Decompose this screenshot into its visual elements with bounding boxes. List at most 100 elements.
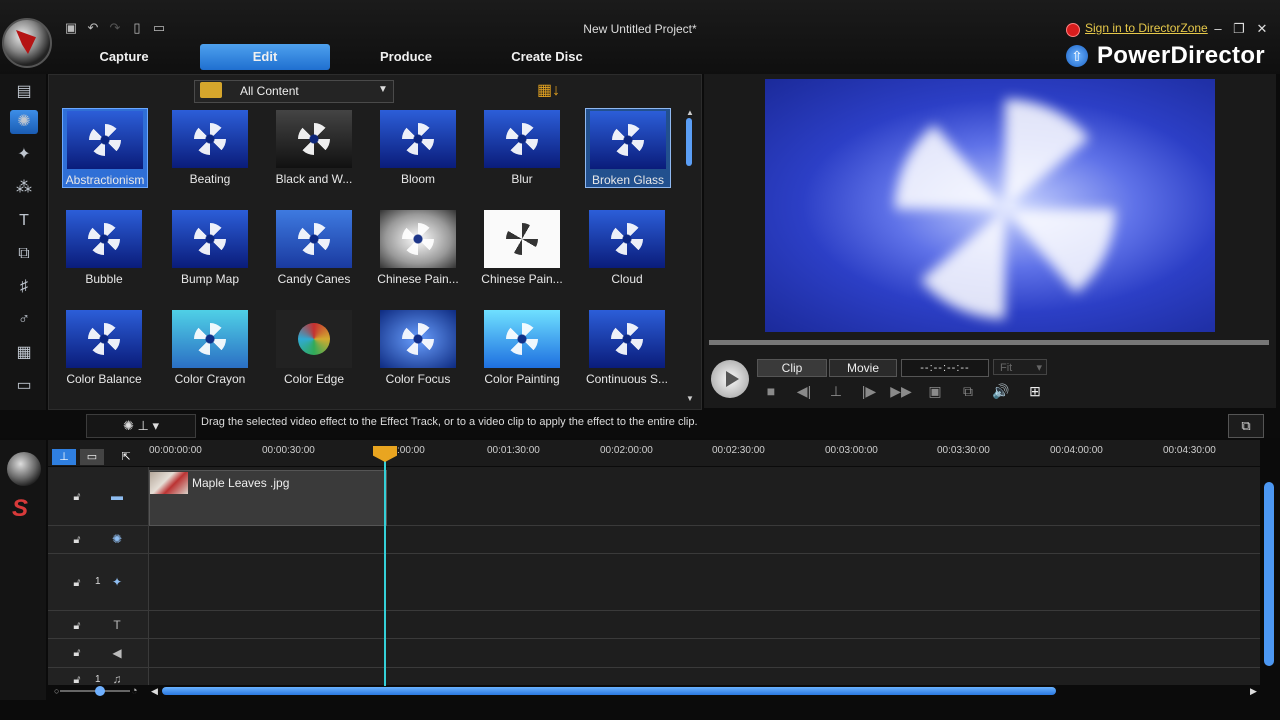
audio-mixing-icon[interactable]: ♯ (10, 275, 38, 299)
title-track[interactable] (48, 611, 1260, 639)
title-room-icon[interactable]: T (10, 209, 38, 233)
timeline-horizontal-scrollbar[interactable] (162, 687, 1056, 695)
effect-tools-button[interactable]: ✺ ⊥ ▾ (86, 414, 196, 438)
redo-icon[interactable]: ↷ (108, 21, 122, 35)
zoom-out-icon[interactable]: ○ (54, 686, 59, 696)
particle-room-icon[interactable]: ⁂ (10, 176, 38, 200)
effect-tile[interactable]: Chinese Pain... (376, 208, 460, 286)
video-track-icon: ▬ (111, 489, 123, 503)
ruler-tick-label: 00:02:00:00 (600, 445, 653, 456)
effect-tile[interactable]: Color Balance (62, 308, 146, 386)
scroll-right-icon[interactable]: ▶ (1250, 686, 1257, 697)
tab-produce[interactable]: Produce (366, 44, 446, 70)
effect-thumbnail (172, 110, 248, 168)
effect-tile[interactable]: Abstractionism (62, 108, 148, 188)
effect-track[interactable] (48, 526, 1260, 554)
timeline-vertical-scrollbar[interactable] (1264, 482, 1274, 666)
lock-icon[interactable]: 🔓︎ (71, 674, 83, 686)
scroll-left-icon[interactable]: ◀ (151, 686, 158, 697)
voice-track[interactable] (48, 639, 1260, 668)
upgrade-icon[interactable]: ⇧ (1066, 45, 1088, 67)
signin-link[interactable]: Sign in to DirectorZone (1085, 21, 1208, 35)
open-folder-icon[interactable]: ▭ (152, 21, 166, 35)
scroll-up-icon[interactable]: ▲ (686, 108, 694, 117)
storyboard-view-icon[interactable]: ⧉ (1228, 414, 1264, 438)
fit-value: Fit (1000, 362, 1013, 374)
close-icon[interactable]: ✕ (1254, 21, 1270, 37)
split-icon[interactable]: ⊥ (825, 381, 847, 401)
preview-tab-clip[interactable]: Clip (757, 359, 827, 377)
play-button[interactable] (711, 360, 749, 398)
effect-label: Cloud (611, 272, 643, 286)
effect-tile[interactable]: Cloud (585, 208, 669, 286)
undock-icon[interactable]: ⧉ (957, 381, 979, 401)
preview-seek-bar[interactable] (709, 340, 1269, 345)
fan-image (88, 223, 120, 255)
fan-image (402, 223, 434, 255)
zoom-slider-knob[interactable] (95, 686, 105, 696)
magic-style-icon[interactable]: S (12, 495, 28, 523)
snapshot-icon[interactable]: ▣ (924, 381, 946, 401)
lock-icon[interactable]: 🔓︎ (71, 647, 83, 659)
lock-icon[interactable]: 🔓︎ (71, 577, 83, 589)
undo-icon[interactable]: ↶ (86, 21, 100, 35)
playhead-line[interactable] (384, 446, 386, 686)
effect-tile[interactable]: Candy Canes (272, 208, 356, 286)
effect-tile[interactable]: Bloom (376, 108, 460, 186)
stop-icon[interactable]: ■ (760, 381, 782, 401)
subtitle-room-icon[interactable]: ▭ (10, 374, 38, 398)
chevron-down-icon[interactable]: ▼ (378, 84, 388, 95)
effect-tile[interactable]: Beating (168, 108, 252, 186)
next-frame-icon[interactable]: |▶ (858, 381, 880, 401)
pip-track[interactable] (48, 554, 1260, 611)
effect-tile[interactable]: Bump Map (168, 208, 252, 286)
lock-icon[interactable]: 🔓︎ (71, 534, 83, 546)
effect-tile[interactable]: Bubble (62, 208, 146, 286)
preview-tab-movie[interactable]: Movie (829, 359, 897, 377)
library-scroll-thumb[interactable] (686, 118, 692, 166)
sort-grid-icon[interactable]: ▦↓ (537, 82, 561, 100)
media-room-icon[interactable]: ▤ (10, 80, 38, 104)
volume-icon[interactable]: 🔊 (990, 381, 1012, 401)
lock-icon[interactable]: 🔓︎ (71, 620, 83, 632)
new-project-icon[interactable]: ▯ (130, 21, 144, 35)
tab-capture[interactable]: Capture (84, 44, 164, 70)
music-track[interactable] (48, 668, 1260, 685)
zoom-fit-dropdown[interactable]: Fit ▾ (993, 359, 1047, 375)
minimize-icon[interactable]: – (1210, 21, 1226, 37)
tab-create-disc[interactable]: Create Disc (502, 44, 592, 70)
voiceover-icon[interactable]: ♂ (10, 308, 38, 332)
zoom-in-icon[interactable]: ◔ (131, 685, 138, 697)
chapter-room-icon[interactable]: ▦ (10, 341, 38, 365)
fit-timeline-icon[interactable]: ⇱ (114, 449, 138, 465)
effect-tile[interactable]: Chinese Pain... (480, 208, 564, 286)
title-track-icon: T (113, 618, 121, 632)
effect-tile[interactable]: Color Edge (272, 308, 356, 386)
effect-tile[interactable]: Color Crayon (168, 308, 252, 386)
scroll-down-icon[interactable]: ▼ (686, 394, 694, 403)
effect-thumbnail (380, 210, 456, 268)
magic-tools-icon[interactable] (7, 452, 41, 486)
effect-tile[interactable]: Black and W... (272, 108, 356, 186)
effect-tile[interactable]: Color Focus (376, 308, 460, 386)
fast-forward-icon[interactable]: ▶▶ (890, 381, 912, 401)
effect-room-icon[interactable]: ✺ (10, 110, 38, 134)
timeline-view-icon[interactable]: ⊥ (52, 449, 76, 465)
pip-room-icon[interactable]: ✦ (10, 143, 38, 167)
storyboard-mode-icon[interactable]: ▭ (80, 449, 104, 465)
fan-image (506, 123, 538, 155)
chevron-down-icon: ▾ (1036, 362, 1042, 374)
effect-label: Blur (511, 172, 533, 186)
previous-frame-icon[interactable]: ◀| (793, 381, 815, 401)
save-icon[interactable]: ▣ (64, 21, 78, 35)
maximize-icon[interactable]: ❐ (1231, 21, 1247, 37)
display-mode-icon[interactable]: ⊞ (1024, 381, 1046, 401)
effect-tile[interactable]: Color Painting (480, 308, 564, 386)
lock-icon[interactable]: 🔓︎ (71, 491, 83, 503)
effect-tile[interactable]: Continuous S... (585, 308, 669, 386)
effect-tile[interactable]: Blur (480, 108, 564, 186)
tab-edit[interactable]: Edit (200, 44, 330, 70)
timecode-display[interactable]: --:--:--:-- (901, 359, 989, 377)
effect-tile[interactable]: Broken Glass (585, 108, 671, 188)
transition-room-icon[interactable]: ⧉ (10, 242, 38, 266)
